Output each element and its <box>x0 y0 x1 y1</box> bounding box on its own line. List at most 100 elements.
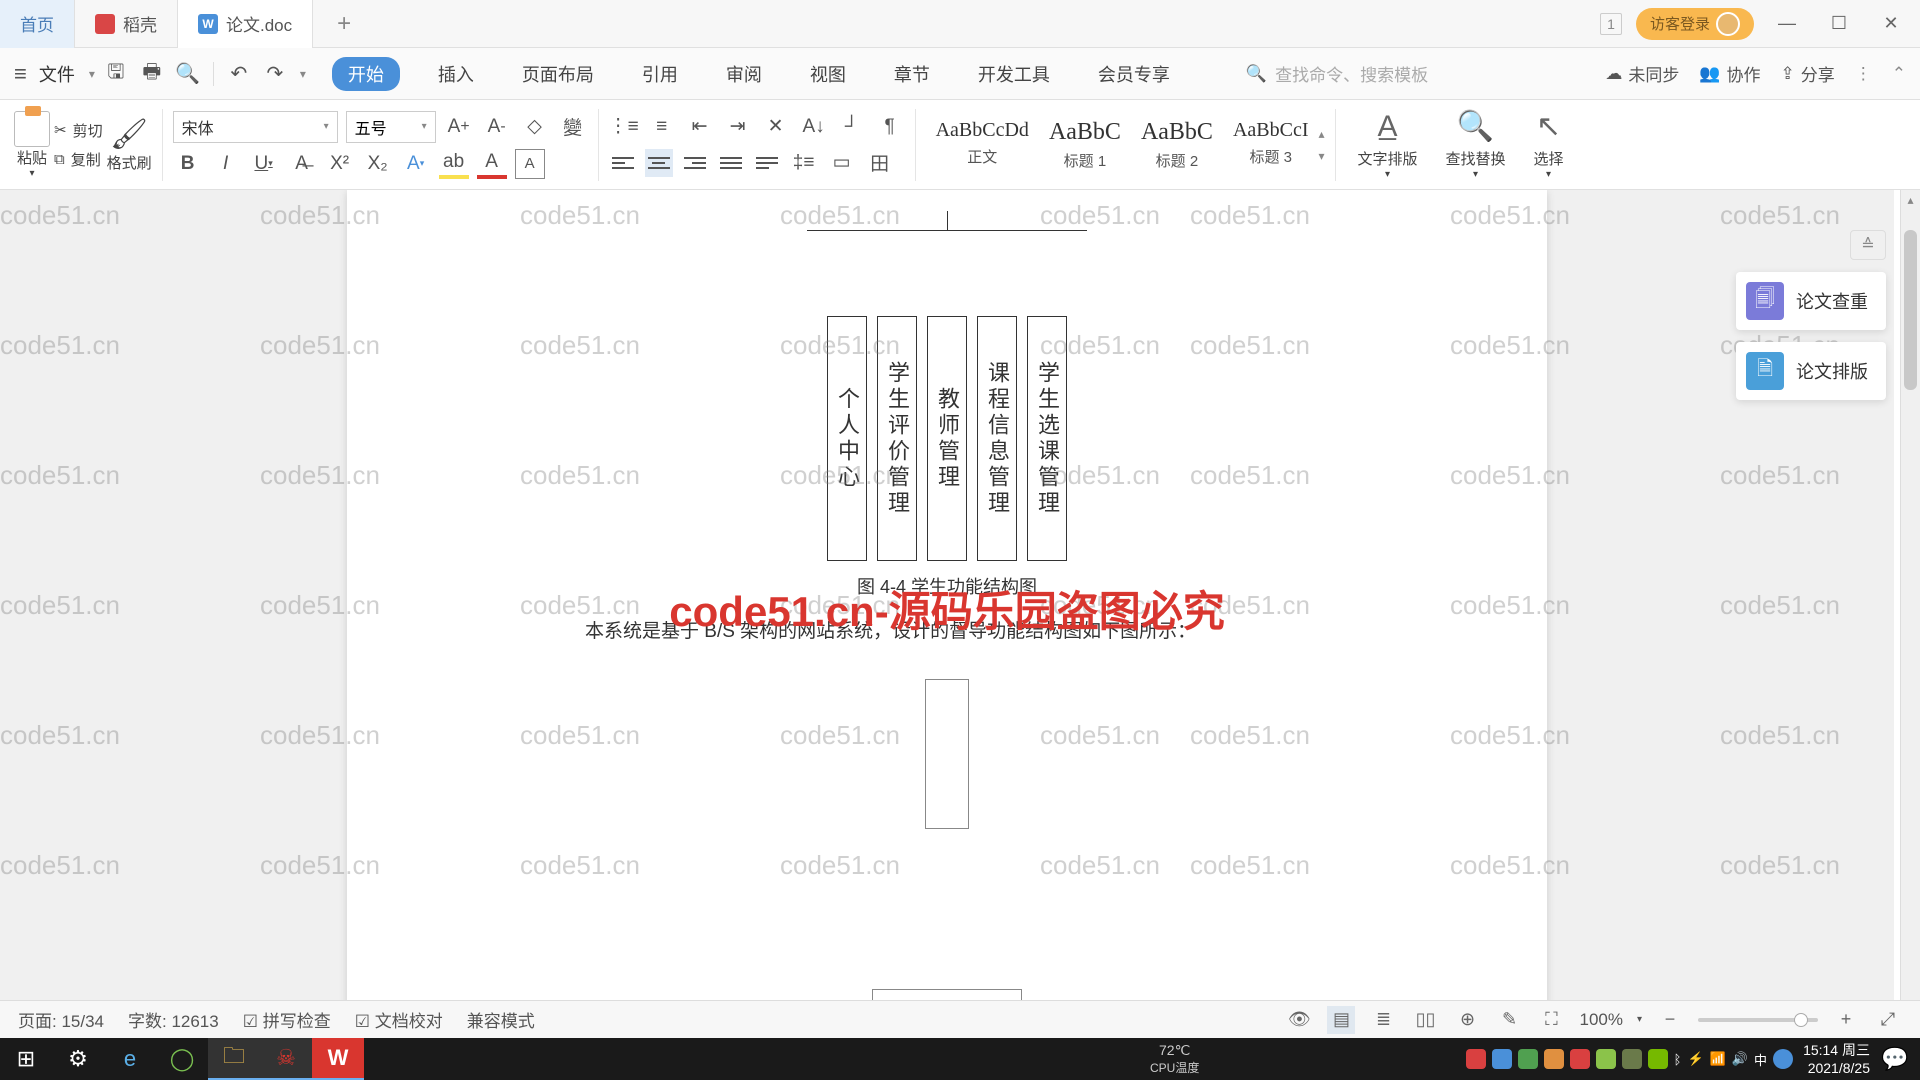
page-view-icon[interactable]: ▤ <box>1327 1006 1355 1034</box>
style-normal[interactable]: AaBbCcDd 正文 <box>926 119 1039 171</box>
tray-icon[interactable] <box>1544 1049 1564 1069</box>
sort-icon[interactable]: A↓ <box>799 112 829 142</box>
tray-icon[interactable] <box>1492 1049 1512 1069</box>
app-icon[interactable]: ☠ <box>260 1038 312 1080</box>
select-button[interactable]: ↖ 选择▾ <box>1522 109 1576 180</box>
bullet-list-icon[interactable]: ⋮≡ <box>609 112 639 142</box>
doc-check-toggle[interactable]: ☑ 文档校对 <box>355 1007 443 1032</box>
tray-icon[interactable] <box>1570 1049 1590 1069</box>
shrink-font-icon[interactable]: A- <box>482 112 512 142</box>
zoom-value[interactable]: 100% <box>1579 1010 1622 1030</box>
search-box[interactable]: 🔍 查找命令、搜索模板 <box>1246 61 1428 86</box>
cut-button[interactable]: ✂剪切 <box>54 120 103 141</box>
font-size-select[interactable]: 五号▾ <box>346 111 436 143</box>
document-page[interactable]: 个人中心 学生评价管理 教师管理 课程信息管理 学生选课管理 code51.cn… <box>347 190 1547 1038</box>
system-tray[interactable]: ᛒ ⚡ 📶 🔊 中 <box>1466 1049 1793 1069</box>
menu-tab-review[interactable]: 审阅 <box>716 57 772 91</box>
annotate-icon[interactable]: ✎ <box>1495 1006 1523 1034</box>
ie-icon[interactable]: e <box>104 1038 156 1080</box>
visitor-login-button[interactable]: 访客登录 <box>1636 8 1754 40</box>
style-heading2[interactable]: AaBbC 标题 2 <box>1131 119 1223 171</box>
menu-tab-chapter[interactable]: 章节 <box>884 57 940 91</box>
tray-icon[interactable] <box>1466 1049 1486 1069</box>
reading-view-icon[interactable]: ▯▯ <box>1411 1006 1439 1034</box>
web-view-icon[interactable]: ⊕ <box>1453 1006 1481 1034</box>
strikethrough-button[interactable]: A̶ <box>287 149 317 179</box>
vertical-scrollbar[interactable]: ▴ ▾ <box>1900 190 1920 1038</box>
print-preview-icon[interactable]: 🔍 <box>173 59 203 89</box>
style-heading1[interactable]: AaBbC 标题 1 <box>1039 119 1131 171</box>
close-button[interactable]: ✕ <box>1872 8 1910 40</box>
redo-icon[interactable]: ↷ <box>260 59 290 89</box>
print-quick-icon[interactable]: 🖶 <box>137 59 167 89</box>
align-center-icon[interactable] <box>645 149 673 177</box>
scroll-thumb[interactable] <box>1904 230 1917 390</box>
tab-symbol-icon[interactable]: ┘ <box>837 112 867 142</box>
outline-view-icon[interactable]: ≣ <box>1369 1006 1397 1034</box>
italic-button[interactable]: I <box>211 149 241 179</box>
maximize-button[interactable]: ☐ <box>1820 8 1858 40</box>
menu-tab-start[interactable]: 开始 <box>332 57 400 91</box>
minimize-button[interactable]: — <box>1768 8 1806 40</box>
underline-button[interactable]: U▾ <box>249 149 279 179</box>
phonetic-icon[interactable]: 變 <box>558 112 588 142</box>
menu-tab-member[interactable]: 会员专享 <box>1088 57 1180 91</box>
add-tab-button[interactable]: + <box>313 10 375 38</box>
show-marks-icon[interactable]: ¶ <box>875 112 905 142</box>
task-app-icon[interactable]: ⚙ <box>52 1038 104 1080</box>
fullscreen-icon[interactable]: ⤢ <box>1874 1006 1902 1034</box>
style-heading3[interactable]: AaBbCcI 标题 3 <box>1223 119 1319 171</box>
char-border-button[interactable]: A <box>515 149 545 179</box>
menu-tab-devtools[interactable]: 开发工具 <box>968 57 1060 91</box>
hamburger-icon[interactable]: ≡ <box>14 61 27 87</box>
wps-icon[interactable]: W <box>312 1038 364 1080</box>
bluetooth-icon[interactable]: ᛒ <box>1674 1052 1682 1067</box>
format-painter-button[interactable]: 🖌 格式刷 <box>107 117 152 173</box>
bold-button[interactable]: B <box>173 149 203 179</box>
align-distribute-icon[interactable] <box>753 149 781 177</box>
line-spacing-icon[interactable]: ‡≡ <box>789 148 819 178</box>
network-icon[interactable]: ⚡ <box>1687 1051 1703 1067</box>
tray-icon[interactable] <box>1622 1049 1642 1069</box>
side-panel-toggle[interactable]: ≙ <box>1850 230 1886 260</box>
start-button[interactable]: ⊞ <box>0 1038 52 1080</box>
zoom-out-button[interactable]: − <box>1656 1006 1684 1034</box>
tray-icon[interactable] <box>1596 1049 1616 1069</box>
decrease-indent-icon[interactable]: ⇤ <box>685 112 715 142</box>
sync-status[interactable]: ☁ 未同步 <box>1605 61 1679 86</box>
copy-button[interactable]: ⧉复制 <box>54 149 103 170</box>
spell-check-toggle[interactable]: ☑ 拼写检查 <box>243 1007 331 1032</box>
menu-tab-reference[interactable]: 引用 <box>632 57 688 91</box>
number-list-icon[interactable]: ≡ <box>647 112 677 142</box>
plagiarism-check-button[interactable]: 🗐 论文查重 <box>1736 272 1886 330</box>
find-replace-button[interactable]: 🔍 查找替换▾ <box>1434 109 1518 180</box>
clear-format-icon[interactable]: ◇ <box>520 112 550 142</box>
cpu-temp-widget[interactable]: 72℃ CPU温度 <box>1150 1042 1199 1076</box>
tab-docell[interactable]: 稻壳 <box>75 0 178 48</box>
tray-icon[interactable] <box>1773 1049 1793 1069</box>
notifications-icon[interactable]: 💬 <box>1880 1038 1910 1080</box>
asian-layout-icon[interactable]: ✕ <box>761 112 791 142</box>
eye-mode-icon[interactable]: 👁 <box>1285 1006 1313 1034</box>
paste-button[interactable]: 粘贴▾ <box>14 111 50 179</box>
word-count[interactable]: 字数: 12613 <box>128 1007 219 1032</box>
text-layout-button[interactable]: A̲ 文字排版▾ <box>1346 110 1430 180</box>
ime-icon[interactable]: 中 <box>1754 1050 1767 1069</box>
tab-document[interactable]: W 论文.doc <box>178 0 313 48</box>
menu-tab-insert[interactable]: 插入 <box>428 57 484 91</box>
shading-icon[interactable]: ▭ <box>827 148 857 178</box>
grow-font-icon[interactable]: A+ <box>444 112 474 142</box>
browser-icon[interactable]: ◯ <box>156 1038 208 1080</box>
zoom-slider[interactable] <box>1698 1018 1818 1022</box>
file-menu[interactable]: 文件 <box>39 61 75 87</box>
increase-indent-icon[interactable]: ⇥ <box>723 112 753 142</box>
tab-home[interactable]: 首页 <box>0 0 75 48</box>
page-indicator[interactable]: 页面: 15/34 <box>18 1007 104 1032</box>
fit-width-icon[interactable]: ⛶ <box>1537 1006 1565 1034</box>
tray-icon[interactable] <box>1648 1049 1668 1069</box>
window-count[interactable]: 1 <box>1600 13 1622 35</box>
align-left-icon[interactable] <box>609 149 637 177</box>
font-color-button[interactable]: A <box>477 149 507 179</box>
align-justify-icon[interactable] <box>717 149 745 177</box>
typeset-button[interactable]: 🗎 论文排版 <box>1736 342 1886 400</box>
